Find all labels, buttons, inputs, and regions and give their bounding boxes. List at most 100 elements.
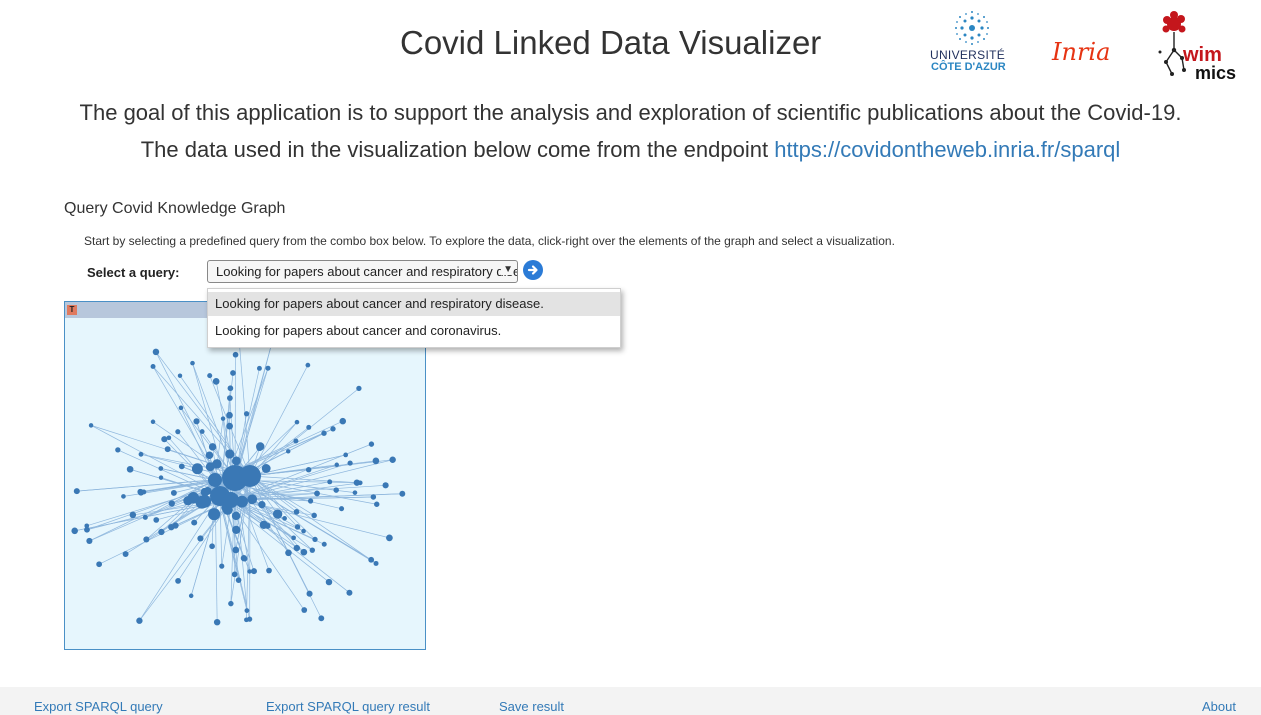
graph-node[interactable]	[373, 560, 379, 566]
export-sparql-query-link[interactable]: Export SPARQL query	[34, 699, 163, 714]
graph-node[interactable]	[158, 466, 164, 471]
graph-node[interactable]	[368, 441, 375, 447]
graph-node[interactable]	[282, 516, 287, 521]
graph-node[interactable]	[193, 418, 200, 425]
graph-node[interactable]	[225, 449, 235, 459]
graph-node[interactable]	[183, 495, 193, 506]
graph-node[interactable]	[150, 363, 156, 369]
graph-node[interactable]	[188, 593, 194, 599]
export-sparql-result-link[interactable]: Export SPARQL query result	[266, 699, 430, 714]
graph-node[interactable]	[294, 419, 300, 425]
graph-node[interactable]	[231, 571, 238, 578]
graph-node[interactable]	[136, 617, 143, 624]
graph-node[interactable]	[318, 615, 325, 622]
graph-node[interactable]	[219, 563, 225, 569]
graph-node[interactable]	[352, 490, 358, 495]
graph-node[interactable]	[305, 362, 311, 368]
graph-node[interactable]	[272, 509, 283, 519]
graph-node[interactable]	[207, 373, 213, 379]
graph-node[interactable]	[175, 578, 181, 584]
graph-node[interactable]	[191, 463, 203, 475]
graph-node[interactable]	[168, 500, 175, 507]
query-option-respiratory[interactable]: Looking for papers about cancer and resp…	[208, 292, 620, 316]
graph-node[interactable]	[266, 567, 272, 574]
graph-node[interactable]	[301, 528, 306, 534]
graph-node[interactable]	[231, 456, 241, 466]
graph-node[interactable]	[293, 509, 300, 515]
graph-node[interactable]	[158, 475, 164, 480]
graph-node[interactable]	[168, 523, 175, 531]
graph-visualization-panel[interactable]: T	[64, 301, 426, 650]
run-query-button[interactable]	[523, 260, 543, 280]
graph-node[interactable]	[227, 385, 234, 392]
graph-node[interactable]	[347, 460, 353, 466]
graph-node[interactable]	[170, 489, 177, 496]
graph-node[interactable]	[175, 429, 181, 435]
graph-node[interactable]	[301, 607, 308, 613]
graph-node[interactable]	[208, 508, 221, 521]
graph-node[interactable]	[197, 535, 204, 542]
graph-node[interactable]	[242, 556, 248, 562]
graph-node[interactable]	[285, 449, 291, 454]
graph-node[interactable]	[73, 488, 80, 495]
graph-node[interactable]	[293, 544, 300, 552]
graph-node[interactable]	[178, 405, 184, 411]
graph-node[interactable]	[370, 494, 377, 500]
graph-node[interactable]	[213, 618, 221, 626]
network-graph[interactable]	[65, 302, 426, 650]
graph-node[interactable]	[226, 422, 233, 430]
graph-node[interactable]	[314, 490, 320, 497]
graph-node[interactable]	[356, 385, 362, 392]
graph-node[interactable]	[143, 536, 150, 543]
graph-node[interactable]	[339, 417, 347, 425]
graph-node[interactable]	[205, 462, 215, 472]
graph-node[interactable]	[307, 498, 314, 504]
graph-node[interactable]	[305, 466, 312, 473]
graph-node[interactable]	[190, 360, 195, 366]
graph-node[interactable]	[247, 616, 253, 622]
graph-node[interactable]	[293, 438, 299, 444]
graph-node[interactable]	[164, 446, 171, 453]
graph-node[interactable]	[226, 411, 233, 419]
graph-nodes[interactable]	[71, 334, 406, 626]
graph-node[interactable]	[232, 546, 240, 554]
graph-node[interactable]	[244, 608, 250, 613]
graph-node[interactable]	[115, 447, 121, 453]
graph-node[interactable]	[368, 556, 375, 563]
graph-node[interactable]	[346, 589, 353, 596]
graph-node[interactable]	[129, 511, 137, 519]
graph-node[interactable]	[142, 514, 148, 520]
graph-node[interactable]	[334, 462, 340, 468]
graph-node[interactable]	[306, 590, 313, 597]
graph-node[interactable]	[389, 456, 396, 463]
graph-node[interactable]	[399, 490, 406, 497]
graph-node[interactable]	[256, 365, 262, 371]
graph-node[interactable]	[243, 411, 250, 417]
graph-node[interactable]	[311, 512, 317, 519]
graph-node[interactable]	[178, 463, 185, 470]
graph-node[interactable]	[228, 600, 234, 607]
graph-node[interactable]	[122, 551, 129, 558]
graph-node[interactable]	[339, 506, 345, 512]
graph-node[interactable]	[386, 534, 393, 542]
graph-node[interactable]	[158, 528, 165, 536]
graph-node[interactable]	[321, 430, 327, 436]
graph-node[interactable]	[357, 480, 363, 486]
graph-node[interactable]	[259, 520, 268, 530]
graph-node[interactable]	[220, 416, 226, 421]
graph-node[interactable]	[309, 547, 316, 553]
graph-node[interactable]	[247, 569, 252, 574]
graph-node[interactable]	[232, 525, 241, 535]
graph-node[interactable]	[198, 494, 212, 508]
save-result-link[interactable]: Save result	[499, 699, 564, 714]
graph-node[interactable]	[223, 492, 239, 508]
graph-node[interactable]	[312, 536, 318, 543]
query-option-coronavirus[interactable]: Looking for papers about cancer and coro…	[208, 319, 620, 343]
graph-node[interactable]	[96, 561, 103, 568]
graph-node[interactable]	[166, 435, 172, 441]
graph-node[interactable]	[325, 578, 333, 586]
graph-node[interactable]	[212, 377, 220, 385]
graph-node[interactable]	[227, 395, 233, 401]
graph-node[interactable]	[191, 519, 198, 526]
graph-node[interactable]	[333, 487, 339, 493]
